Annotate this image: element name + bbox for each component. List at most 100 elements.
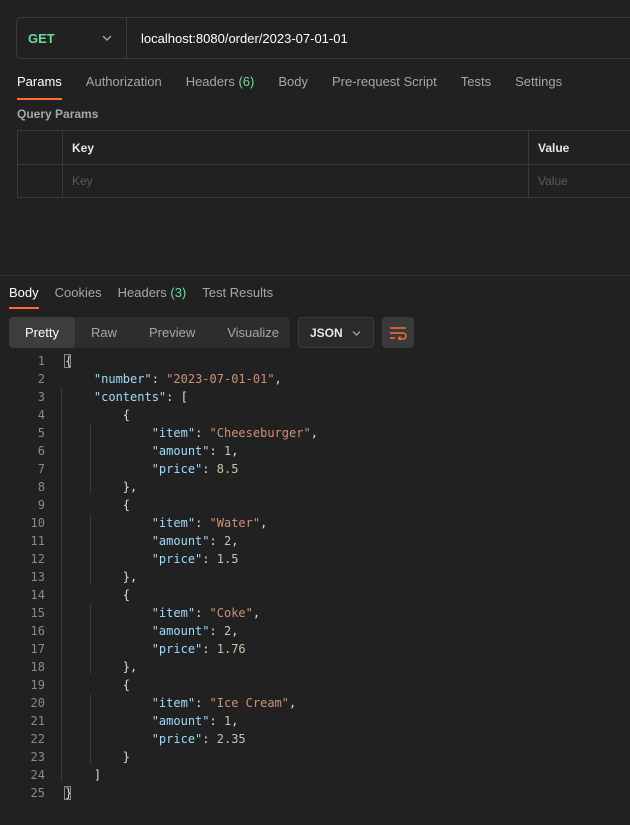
line-number: 8	[37, 480, 45, 494]
code-text: "item": "Coke",	[151, 606, 261, 620]
tab-test-results[interactable]: Test Results	[202, 285, 273, 309]
code-line: 16 "amount": 2,	[0, 622, 630, 640]
code-text: ]	[65, 768, 102, 782]
table-row: Key Value	[18, 165, 630, 198]
code-text: }	[65, 750, 131, 764]
code-line: 6 "amount": 1,	[0, 442, 630, 460]
chevron-down-icon	[352, 331, 361, 336]
indent-guide	[90, 694, 91, 764]
line-number: 12	[30, 552, 45, 566]
line-number: 15	[30, 606, 45, 620]
line-number: 10	[30, 516, 45, 530]
code-line: 15 "item": "Coke",	[0, 604, 630, 622]
code-line: 13 },	[0, 568, 630, 586]
indent-guide	[61, 388, 62, 782]
tab-response-headers[interactable]: Headers (3)	[118, 285, 187, 309]
indent-guide	[90, 514, 91, 584]
code-line: 20 "item": "Ice Cream",	[0, 694, 630, 712]
value-input[interactable]: Value	[529, 165, 630, 197]
view-mode-selector: Pretty Raw Preview Visualize	[9, 317, 290, 348]
url-input[interactable]: localhost:8080/order/2023-07-01-01	[141, 31, 348, 46]
code-line: 14 {	[0, 586, 630, 604]
code-line: 11 "amount": 2,	[0, 532, 630, 550]
mode-preview[interactable]: Preview	[133, 317, 211, 348]
code-text: "amount": 2,	[151, 624, 239, 638]
chevron-down-icon	[102, 35, 112, 41]
key-column-header: Key	[63, 131, 529, 164]
line-number: 21	[30, 714, 45, 728]
tab-response-body[interactable]: Body	[9, 285, 39, 309]
code-line: 10 "item": "Water",	[0, 514, 630, 532]
code-line: 24 ]	[0, 766, 630, 784]
line-number: 22	[30, 732, 45, 746]
code-line: 2 "number": "2023-07-01-01",	[0, 370, 630, 388]
indent-guide	[90, 604, 91, 674]
indent-guide	[90, 424, 91, 494]
code-text: "price": 1.76	[151, 642, 246, 656]
tab-tests[interactable]: Tests	[461, 74, 491, 100]
code-text: "item": "Cheeseburger",	[151, 426, 318, 440]
code-line: 18 },	[0, 658, 630, 676]
tab-pre-request-script[interactable]: Pre-request Script	[332, 74, 437, 100]
tab-label: Tests	[460, 74, 492, 89]
line-number: 24	[30, 768, 45, 782]
code-line: 19 {	[0, 676, 630, 694]
code-line: 17 "price": 1.76	[0, 640, 630, 658]
mode-raw[interactable]: Raw	[75, 317, 133, 348]
line-number: 7	[37, 462, 45, 476]
line-number: 13	[30, 570, 45, 584]
request-tabs: Params Authorization Headers (6) Body Pr…	[17, 74, 586, 100]
line-number: 18	[30, 660, 45, 674]
tab-body[interactable]: Body	[278, 74, 308, 100]
code-text: "price": 8.5	[151, 462, 239, 476]
row-checkbox-cell[interactable]	[18, 165, 63, 197]
code-line: 21 "amount": 1,	[0, 712, 630, 730]
line-number: 1	[37, 354, 45, 368]
line-number: 3	[37, 390, 45, 404]
code-line: 4 {	[0, 406, 630, 424]
tab-authorization[interactable]: Authorization	[86, 74, 162, 100]
tab-cookies[interactable]: Cookies	[55, 285, 102, 309]
tab-headers[interactable]: Headers (6)	[186, 74, 255, 100]
line-number: 4	[37, 408, 45, 422]
table-header-row: Key Value	[18, 131, 630, 165]
code-text: "amount": 2,	[151, 534, 239, 548]
code-line: 23 }	[0, 748, 630, 766]
code-text: "amount": 1,	[151, 714, 239, 728]
code-text: {	[65, 678, 131, 692]
response-body-viewer[interactable]: 1{2 "number": "2023-07-01-01", 3 "content…	[0, 352, 630, 802]
format-select[interactable]: JSON	[298, 317, 374, 348]
tab-label: Settings	[515, 74, 563, 89]
tab-label: Test Results	[202, 285, 274, 300]
response-headers-count: (3)	[170, 285, 187, 300]
pane-divider[interactable]	[0, 275, 630, 276]
line-number: 23	[30, 750, 45, 764]
code-line: 8 },	[0, 478, 630, 496]
key-input[interactable]: Key	[63, 165, 529, 197]
response-tabs: Body Cookies Headers (3) Test Results	[9, 285, 289, 309]
mode-pretty[interactable]: Pretty	[9, 317, 75, 348]
url-bar: GET localhost:8080/order/2023-07-01-01	[16, 17, 630, 59]
code-text: "number": "2023-07-01-01",	[93, 372, 282, 386]
wrap-lines-button[interactable]	[382, 317, 414, 348]
bracket-match-highlight	[64, 786, 71, 800]
tab-settings[interactable]: Settings	[515, 74, 562, 100]
code-line: 22 "price": 2.35	[0, 730, 630, 748]
tab-label: Headers	[185, 74, 235, 89]
code-text: "amount": 1,	[151, 444, 239, 458]
tab-params[interactable]: Params	[17, 74, 62, 100]
tab-label: Authorization	[85, 74, 162, 89]
tab-label: Body	[278, 74, 308, 89]
code-line: 9 {	[0, 496, 630, 514]
code-text: },	[65, 570, 138, 584]
method-select[interactable]: GET	[17, 18, 127, 58]
code-text: {	[65, 498, 131, 512]
tab-label: Body	[9, 285, 39, 300]
line-number: 19	[30, 678, 45, 692]
line-number: 25	[30, 786, 45, 800]
code-line: 3 "contents": [	[0, 388, 630, 406]
code-line: 12 "price": 1.5	[0, 550, 630, 568]
line-number: 17	[30, 642, 45, 656]
mode-visualize[interactable]: Visualize	[211, 317, 295, 348]
code-line: 1{	[0, 352, 630, 370]
